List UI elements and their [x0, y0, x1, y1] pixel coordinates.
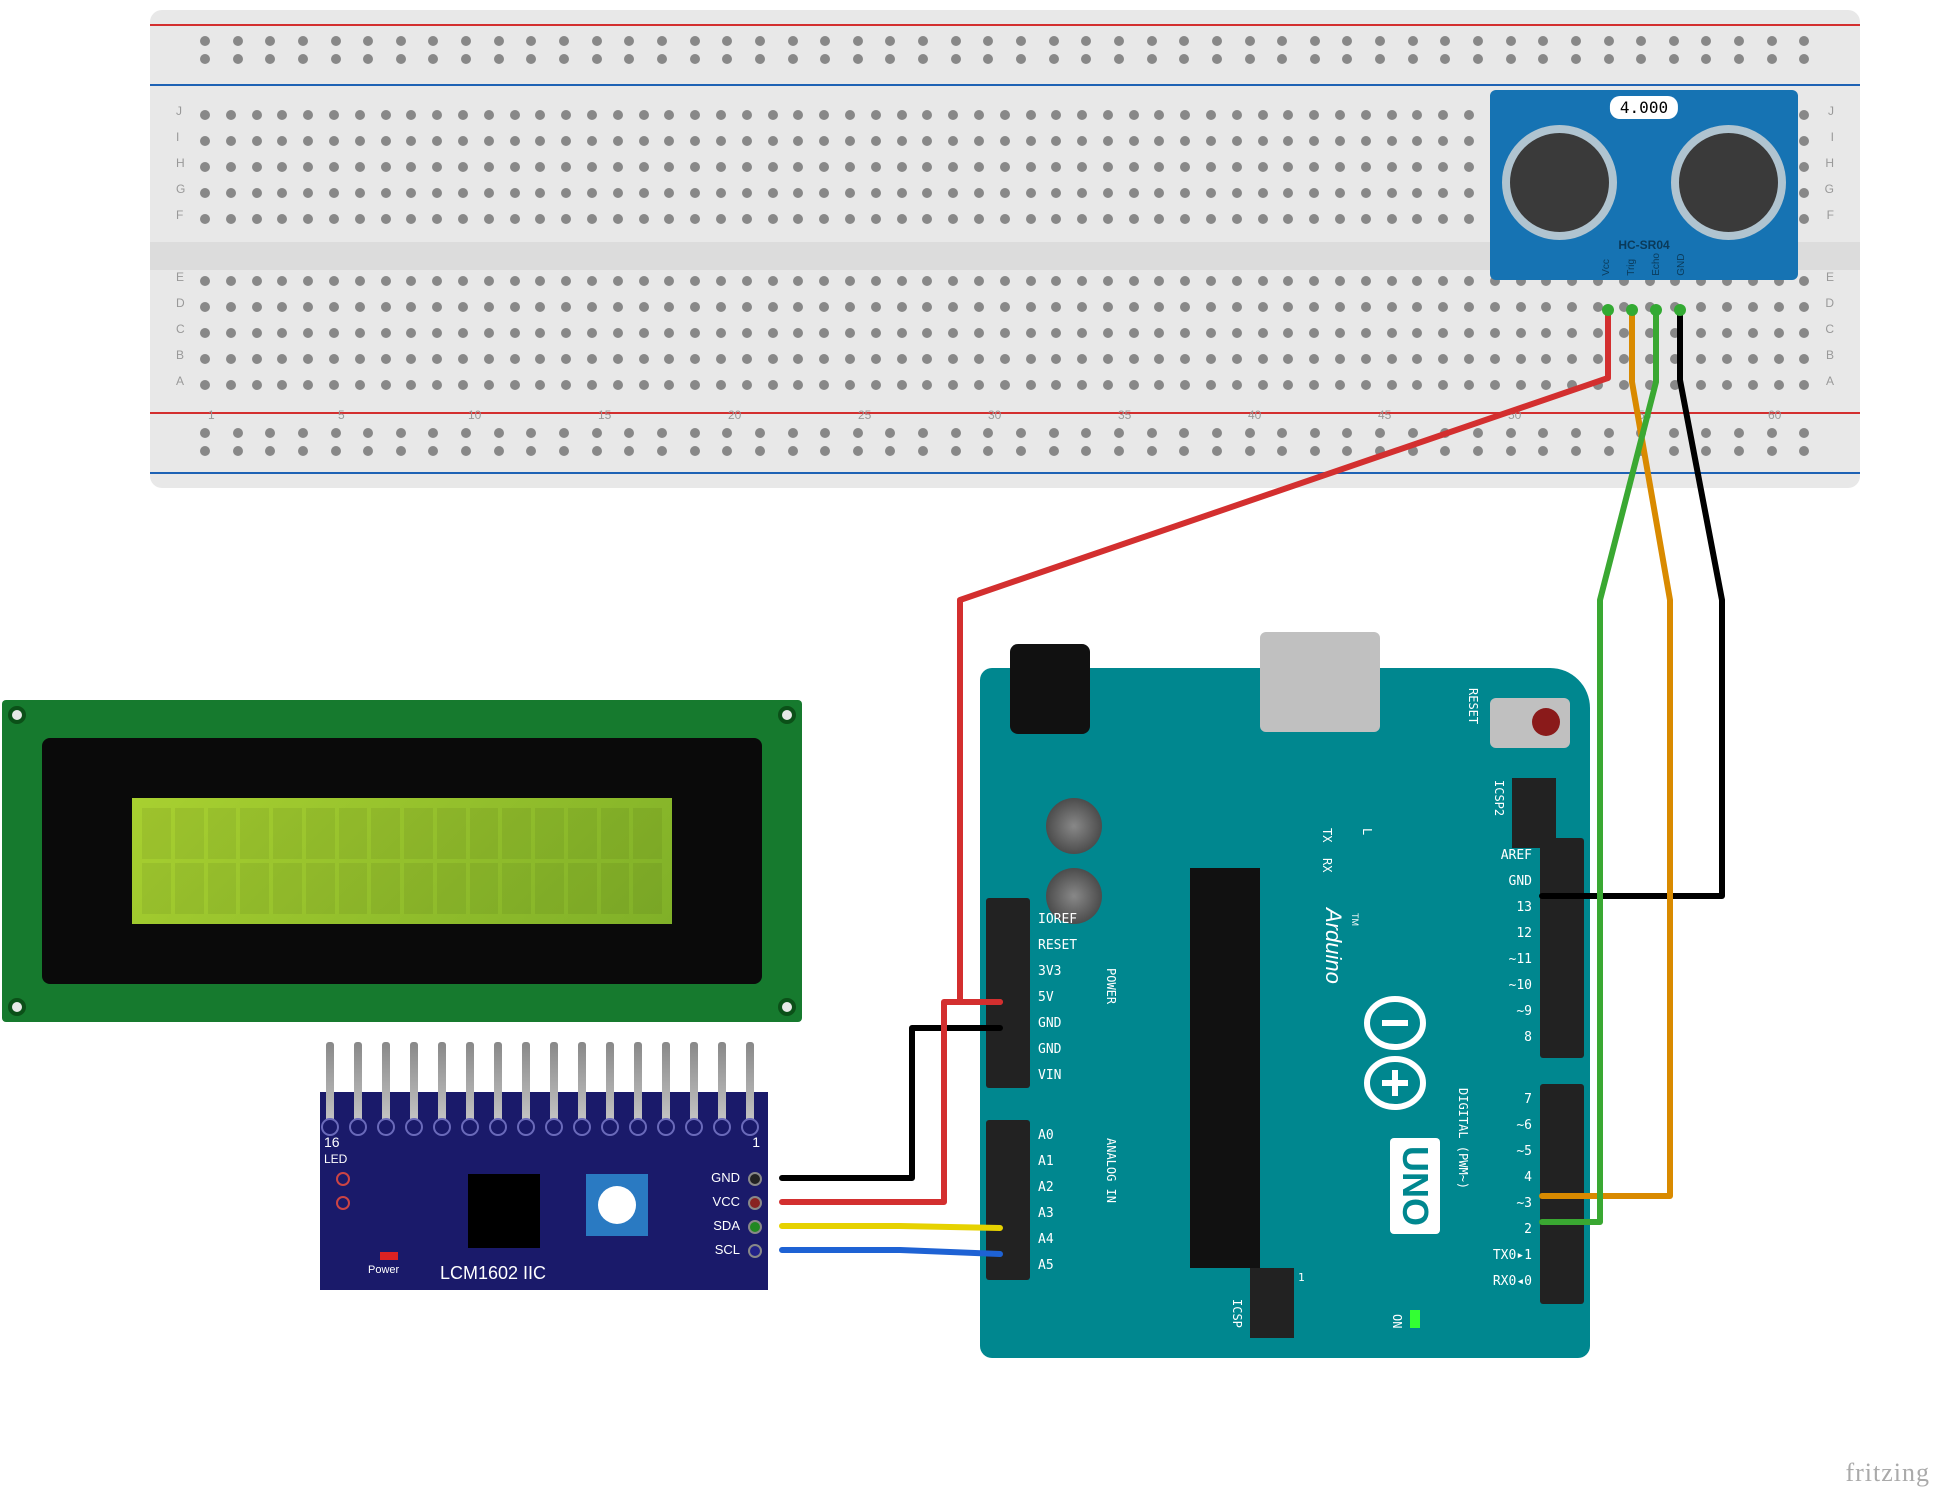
- fritzing-canvas: // deferred hole rendering 1510152025303…: [0, 0, 1950, 1494]
- arduino-uno: RESET ICSP2 POWER ANALOG IN DIGITAL (PWM…: [980, 668, 1590, 1358]
- barrel-jack-icon: [1010, 644, 1090, 734]
- rx-label: RX: [1320, 858, 1334, 872]
- led-label: LED: [324, 1152, 347, 1166]
- fritzing-watermark: fritzing: [1845, 1458, 1930, 1488]
- ultrasonic-tx-icon: [1502, 125, 1617, 240]
- atmega-chip-icon: [1190, 868, 1260, 1268]
- arduino-name: Arduino: [1320, 908, 1346, 984]
- i2c-gnd-label: GND: [711, 1170, 740, 1185]
- digital-section-label: DIGITAL (PWM~): [1456, 1088, 1470, 1189]
- power-header: [986, 898, 1030, 1088]
- power-label: Power: [368, 1264, 399, 1276]
- icsp2-label: ICSP2: [1492, 780, 1506, 816]
- i2c-scl-label: SCL: [715, 1242, 740, 1257]
- lcd-screen: [132, 798, 672, 924]
- i2c-chip-icon: [468, 1174, 540, 1248]
- i2c-backpack: 16 1 LED Power LCM1602 IIC GND VCC SDA S…: [320, 1092, 768, 1290]
- sensor-model: HC-SR04: [1618, 238, 1669, 252]
- power-section-label: POWER: [1104, 968, 1118, 1004]
- analog-header: [986, 1120, 1030, 1280]
- sensor-pin-labels: Vcc Trig Echo GND: [1601, 253, 1687, 276]
- lcd-display: [2, 700, 802, 1022]
- digital-header-bottom: [1540, 1084, 1584, 1304]
- icsp-header: [1250, 1268, 1294, 1338]
- i2c-sda-label: SDA: [713, 1218, 740, 1233]
- pin16-label: 16: [324, 1134, 340, 1150]
- pin1-label: 1: [752, 1134, 760, 1150]
- analog-section-label: ANALOG IN: [1104, 1138, 1118, 1203]
- l-label: L: [1360, 828, 1374, 835]
- uno-label: UNO: [1390, 1138, 1440, 1234]
- ultrasonic-rx-icon: [1671, 125, 1786, 240]
- power-led-icon: [380, 1252, 398, 1260]
- i2c-vcc-label: VCC: [713, 1194, 740, 1209]
- tx-label: TX: [1320, 828, 1334, 842]
- reset-button[interactable]: [1490, 698, 1570, 748]
- tm-label: TM: [1350, 913, 1360, 926]
- hc-sr04-sensor: 4.000 HC-SR04 Vcc Trig Echo GND: [1490, 90, 1798, 280]
- capacitor-icon: [1046, 798, 1102, 854]
- i2c-model: LCM1602 IIC: [440, 1263, 546, 1284]
- icsp-label: ICSP: [1230, 1299, 1244, 1328]
- usb-port-icon: [1260, 632, 1380, 732]
- lcd-bezel: [42, 738, 762, 984]
- contrast-pot-icon: [586, 1174, 648, 1236]
- on-label: ON: [1390, 1314, 1404, 1328]
- reset-silk: RESET: [1466, 688, 1480, 724]
- arduino-logo-icon: [1360, 988, 1430, 1123]
- digital-header-top: [1540, 838, 1584, 1058]
- sensor-reading: 4.000: [1610, 96, 1678, 119]
